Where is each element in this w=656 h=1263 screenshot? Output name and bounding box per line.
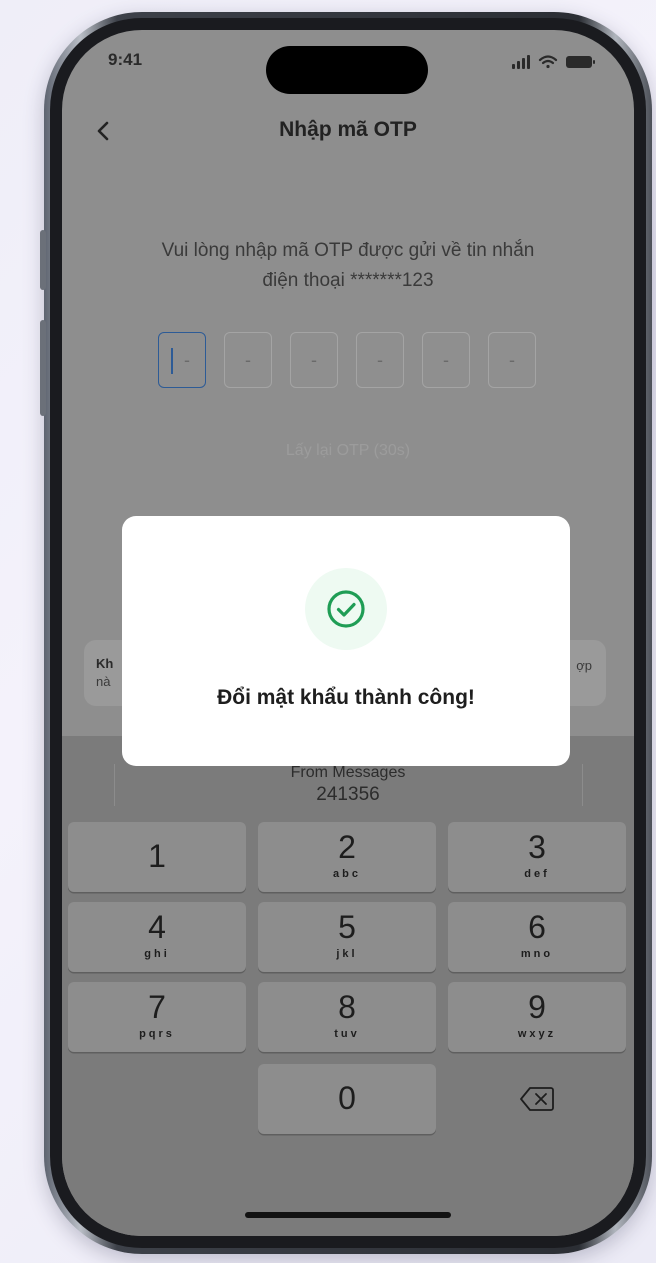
key-4[interactable]: 4 ghi (68, 902, 246, 972)
phone-side-button (40, 320, 46, 416)
battery-icon (566, 56, 595, 68)
delete-key[interactable] (448, 1064, 626, 1134)
note-text: ợp (576, 658, 592, 673)
otp-digit-1[interactable]: - (158, 332, 206, 388)
suggestion-code: 241356 (316, 784, 380, 805)
note-text: nà (96, 674, 111, 689)
resend-otp-link[interactable]: Lấy lại OTP (30s) (62, 442, 634, 460)
status-time: 9:41 (108, 50, 143, 69)
key-6[interactable]: 6 mno (448, 902, 626, 972)
signal-icon (512, 55, 530, 69)
otp-digit-6[interactable]: - (488, 332, 536, 388)
key-7[interactable]: 7 pqrs (68, 982, 246, 1052)
key-3[interactable]: 3 def (448, 822, 626, 892)
success-message: Đổi mật khẩu thành công! (217, 686, 475, 709)
wifi-icon (538, 55, 558, 69)
check-circle-icon (327, 590, 365, 628)
text-caret (171, 348, 173, 374)
status-icons (510, 52, 600, 70)
otp-digit-2[interactable]: - (224, 332, 272, 388)
key-8[interactable]: 8 tuv (258, 982, 436, 1052)
page-title: Nhập mã OTP (279, 118, 417, 141)
key-9[interactable]: 9 wxyz (448, 982, 626, 1052)
instruction-line-1: Vui lòng nhập mã OTP được gửi về tin nhắ… (161, 240, 535, 261)
otp-digit-4[interactable]: - (356, 332, 404, 388)
key-1[interactable]: 1 (68, 822, 246, 892)
dynamic-island (266, 46, 428, 94)
suggestion-source: From Messages (290, 764, 406, 781)
otp-instruction: Vui lòng nhập mã OTP được gửi về tin nhắ… (102, 236, 594, 296)
backspace-icon (520, 1087, 554, 1111)
instruction-line-2: điện thoại *******123 (262, 270, 434, 291)
key-2[interactable]: 2 abc (258, 822, 436, 892)
otp-digit-3[interactable]: - (290, 332, 338, 388)
numeric-keyboard: From Messages 241356 1 2 abc 3 def 4 ghi… (62, 736, 634, 1236)
key-5[interactable]: 5 jkl (258, 902, 436, 972)
success-dialog: Đổi mật khẩu thành công! (122, 516, 570, 766)
home-indicator[interactable] (245, 1212, 451, 1218)
otp-input-group: - - - - - - (158, 332, 538, 388)
note-text: Kh (96, 656, 114, 671)
phone-screen: 9:41 Nhập mã OTP Vui lòng nhập mã OTP đư… (62, 30, 634, 1236)
otp-digit-5[interactable]: - (422, 332, 470, 388)
key-0[interactable]: 0 (258, 1064, 436, 1134)
phone-side-button (40, 230, 46, 290)
